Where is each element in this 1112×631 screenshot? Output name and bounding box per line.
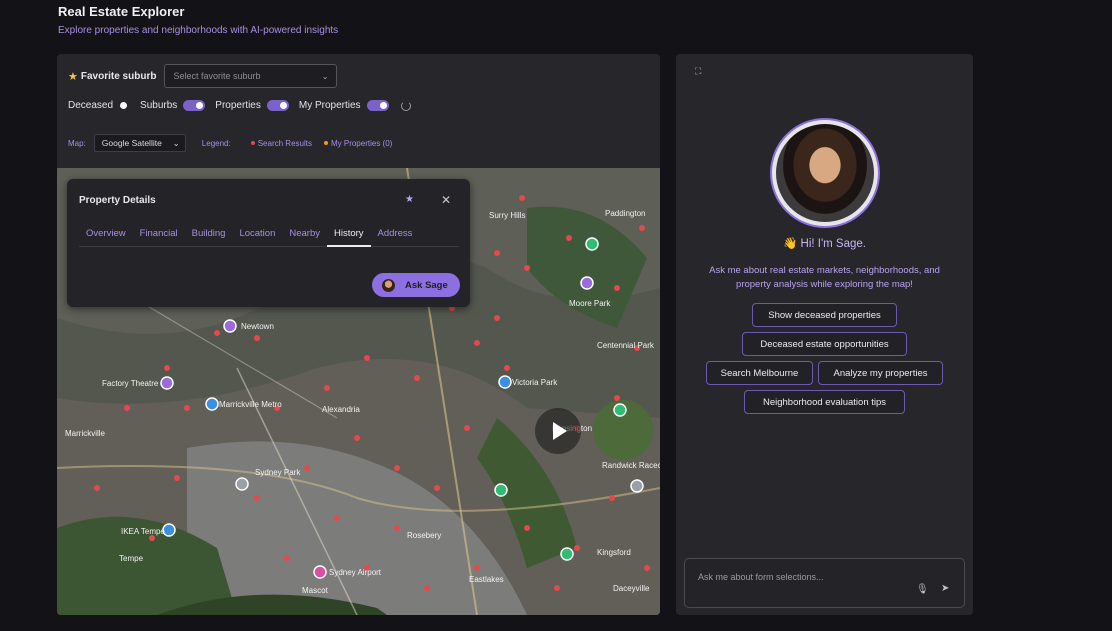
map-label: Sydney Airport bbox=[329, 568, 382, 577]
map-type-select[interactable]: Google Satellite ⌄ bbox=[93, 134, 186, 152]
tab-building[interactable]: Building bbox=[185, 223, 233, 247]
legend-search-results: Search Results bbox=[250, 139, 312, 148]
map-label: Moore Park bbox=[569, 299, 611, 308]
my-properties-switch[interactable] bbox=[366, 100, 389, 111]
microphone-icon[interactable]: 🎙 bbox=[916, 584, 929, 595]
legend-my-properties: My Properties (0) bbox=[323, 139, 392, 148]
map-label: Rosebery bbox=[407, 531, 441, 540]
favorite-row: ★ Favorite suburb Select favorite suburb… bbox=[68, 64, 338, 88]
map-label: Eastlakes bbox=[469, 575, 504, 584]
map-label: Randwick Racecourse bbox=[602, 461, 660, 470]
map-label: Sydney Park bbox=[255, 468, 301, 477]
chevron-down-icon: ⌄ bbox=[321, 71, 329, 81]
tab-location[interactable]: Location bbox=[232, 223, 282, 247]
map-label: Tempe bbox=[119, 554, 144, 563]
legend-dot-icon bbox=[250, 141, 255, 145]
tab-address[interactable]: Address bbox=[371, 223, 420, 247]
map-label: Alexandria bbox=[322, 405, 360, 414]
assistant-greeting: 👋 Hi! I'm Sage. bbox=[783, 238, 866, 250]
chat-placeholder: Ask me about form selections... bbox=[698, 572, 824, 582]
suggestion-deceased-estate[interactable]: Deceased estate opportunities bbox=[742, 332, 907, 356]
assistant-panel: ⛶ 👋 Hi! I'm Sage. Ask me about real esta… bbox=[676, 54, 973, 615]
deceased-switch[interactable] bbox=[119, 100, 130, 111]
suggestion-analyze-properties[interactable]: Analyze my properties bbox=[818, 361, 943, 385]
property-tabs: Overview Financial Building Location Nea… bbox=[79, 223, 459, 247]
chevron-down-icon: ⌄ bbox=[172, 137, 180, 148]
send-icon[interactable]: ➤ bbox=[941, 583, 949, 594]
map-label: Centennial Park bbox=[597, 341, 655, 350]
map-label: Factory Theatre bbox=[102, 379, 159, 388]
favorite-suburb-select[interactable]: Select favorite suburb ⌄ bbox=[164, 64, 338, 88]
close-icon[interactable]: ✕ bbox=[441, 193, 451, 207]
popup-title: Property Details bbox=[79, 195, 156, 206]
map-label: Kingsford bbox=[597, 548, 631, 557]
tab-overview[interactable]: Overview bbox=[79, 223, 133, 247]
sage-avatar-icon bbox=[382, 278, 395, 292]
map-label: Marrickville bbox=[65, 429, 106, 438]
suggestion-search-melbourne[interactable]: Search Melbourne bbox=[706, 361, 813, 385]
expand-icon[interactable]: ⛶ bbox=[695, 66, 701, 77]
play-video-button[interactable] bbox=[535, 408, 581, 454]
refresh-icon[interactable] bbox=[400, 100, 411, 111]
assistant-description: Ask me about real estate markets, neighb… bbox=[709, 265, 940, 290]
favorite-star-icon[interactable]: ★ bbox=[405, 194, 414, 205]
star-icon: ★ bbox=[68, 70, 78, 83]
layer-toggles: Deceased Suburbs Properties My Propertie… bbox=[68, 100, 411, 111]
map-controls: Map: Google Satellite ⌄ Legend: Search R… bbox=[68, 134, 392, 152]
suburbs-switch[interactable] bbox=[183, 100, 206, 111]
favorite-label: ★ Favorite suburb bbox=[68, 70, 157, 83]
tab-nearby[interactable]: Nearby bbox=[282, 223, 327, 247]
app-title: Real Estate Explorer bbox=[58, 4, 185, 19]
explorer-panel: ★ Favorite suburb Select favorite suburb… bbox=[57, 54, 660, 615]
property-details-popup: Property Details ★ ✕ Overview Financial … bbox=[67, 179, 470, 307]
chat-input[interactable]: Ask me about form selections... 🎙 ➤ bbox=[684, 558, 965, 608]
app-subtitle: Explore properties and neighborhoods wit… bbox=[58, 25, 339, 36]
tab-financial[interactable]: Financial bbox=[133, 223, 185, 247]
map-label: Daceyville bbox=[613, 584, 650, 593]
suggestion-neighborhood-tips[interactable]: Neighborhood evaluation tips bbox=[744, 390, 905, 414]
map-label: Paddington bbox=[605, 209, 645, 218]
toggle-my-properties[interactable]: My Properties bbox=[299, 100, 389, 111]
tab-history[interactable]: History bbox=[326, 223, 371, 247]
map-label: IKEA Tempe bbox=[121, 527, 165, 536]
map-type-label: Map: bbox=[68, 138, 86, 148]
suggestion-show-deceased[interactable]: Show deceased properties bbox=[752, 303, 897, 327]
legend-label: Legend: bbox=[201, 138, 231, 148]
ask-sage-button[interactable]: Ask Sage bbox=[372, 273, 460, 297]
map-label: Mascot bbox=[302, 586, 329, 595]
sage-avatar bbox=[772, 120, 878, 226]
legend-dot-icon bbox=[323, 141, 328, 145]
page-header: Real Estate Explorer Explore properties … bbox=[58, 4, 338, 36]
map-label: Surry Hills bbox=[489, 211, 525, 220]
map-label: Victoria Park bbox=[512, 378, 558, 387]
properties-switch[interactable] bbox=[266, 100, 289, 111]
toggle-suburbs[interactable]: Suburbs bbox=[140, 100, 206, 111]
toggle-deceased[interactable]: Deceased bbox=[68, 100, 130, 111]
toggle-properties[interactable]: Properties bbox=[215, 100, 289, 111]
map-label: Newtown bbox=[241, 322, 274, 331]
map-label: Marrickville Metro bbox=[219, 400, 282, 409]
